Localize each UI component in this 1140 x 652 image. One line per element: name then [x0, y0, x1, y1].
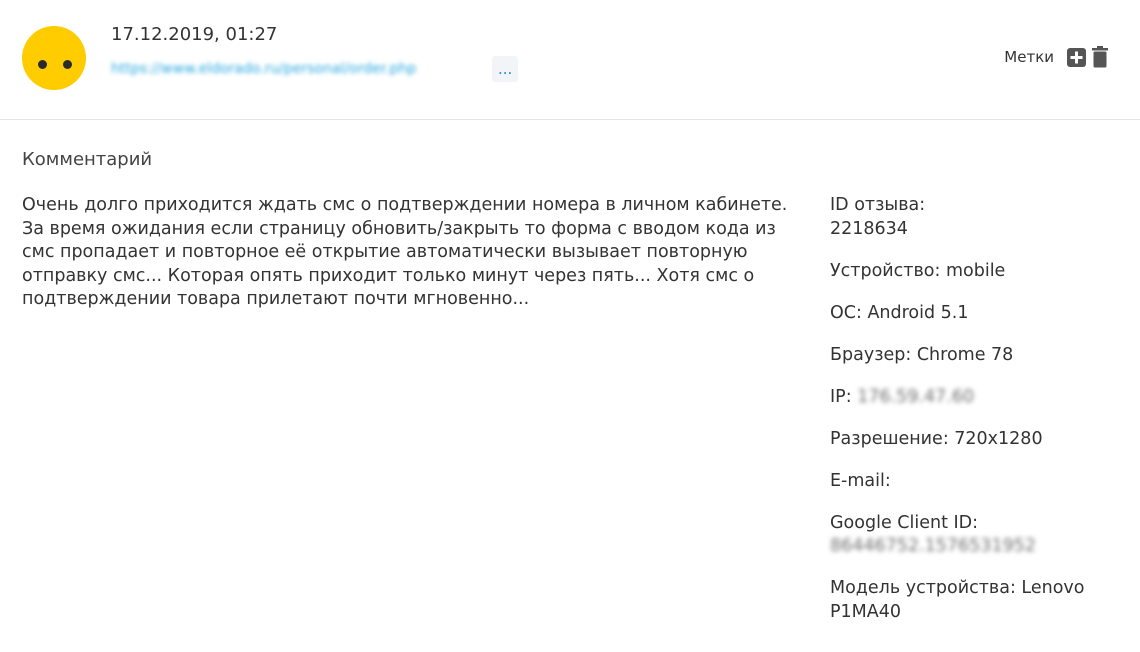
comment-text: Очень долго приходится ждать смс о подтв…	[22, 195, 788, 309]
comment-title: Комментарий	[22, 149, 153, 170]
trash-icon	[1092, 46, 1108, 68]
meta-google-client-id: Google Client ID: 86446752.1576531952	[830, 512, 1130, 559]
avatar-eye-left	[38, 60, 47, 69]
review-date: 17.12.2019, 01:27	[111, 24, 278, 45]
tags-toolbar: Метки	[1004, 44, 1110, 70]
review-meta: ID отзыва: 2218634 Устройство: mobile ОС…	[830, 194, 1130, 643]
avatar-eye-right	[63, 60, 72, 69]
meta-ip-label: IP:	[830, 386, 852, 407]
review-url-row: https://www.eldorado.ru/personal/order.p…	[111, 56, 519, 82]
meta-browser: Браузер: Chrome 78	[830, 344, 1014, 365]
meta-google-client-id-label: Google Client ID:	[830, 512, 979, 533]
add-tag-button[interactable]	[1066, 46, 1086, 68]
meta-review-id-label: ID отзыва:	[830, 195, 926, 215]
meta-resolution: Разрешение: 720x1280	[830, 428, 1043, 449]
meta-device-model: Модель устройства: Lenovo P1MA40	[830, 578, 1085, 622]
tags-label: Метки	[1004, 48, 1054, 66]
meta-ip: IP: 176.59.47.60	[830, 386, 1130, 410]
meta-review-id-value: 2218634	[830, 218, 908, 239]
more-button[interactable]: ...	[492, 56, 519, 82]
meta-review-id: ID отзыва: 2218634	[830, 194, 1130, 241]
plus-square-icon	[1066, 47, 1086, 67]
review-url-link[interactable]: https://www.eldorado.ru/personal/order.p…	[111, 61, 488, 77]
meta-device: Устройство: mobile	[830, 260, 1006, 281]
review-header: 17.12.2019, 01:27 https://www.eldorado.r…	[0, 0, 1140, 120]
delete-button[interactable]	[1090, 46, 1110, 68]
meta-os: ОС: Android 5.1	[830, 302, 969, 323]
avatar	[22, 26, 86, 90]
meta-email: E-mail:	[830, 470, 891, 491]
meta-google-client-id-value: 86446752.1576531952	[830, 536, 1036, 556]
meta-ip-value: 176.59.47.60	[857, 386, 975, 407]
